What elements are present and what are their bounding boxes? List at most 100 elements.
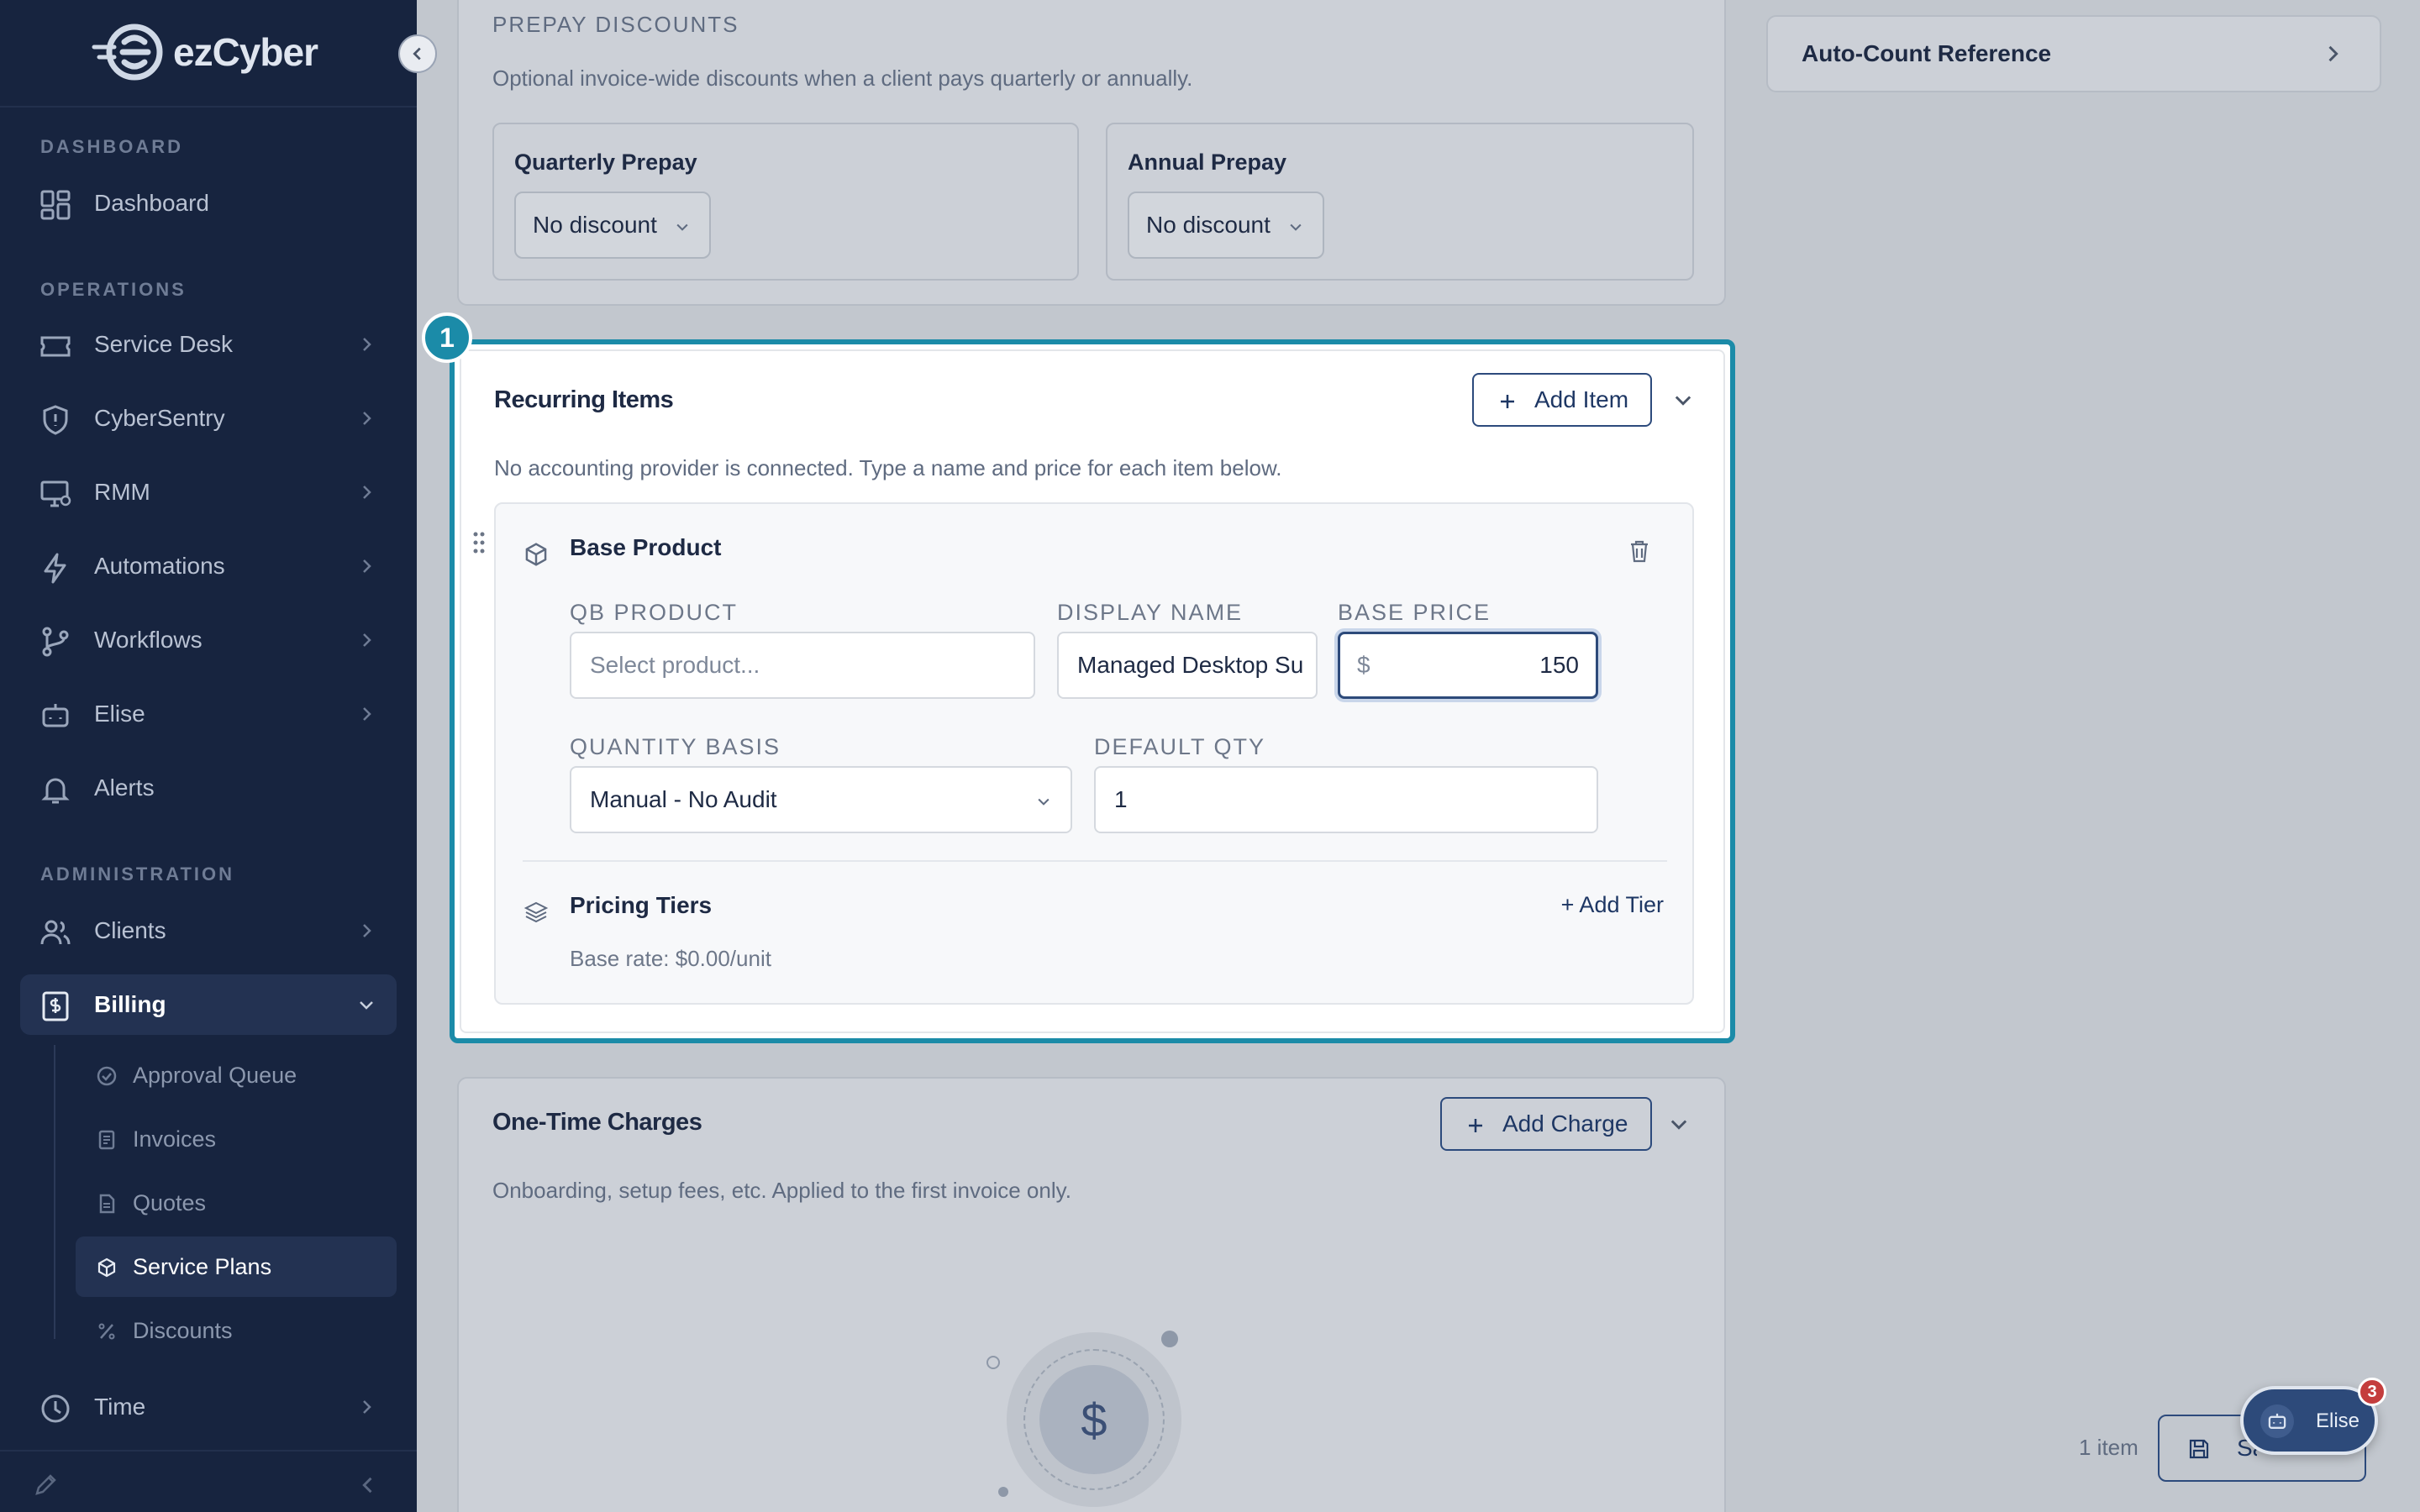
chevron-left-icon xyxy=(413,47,421,60)
nav-label: Clients xyxy=(94,917,166,943)
bell-icon xyxy=(41,778,70,804)
nav-label: Approval Queue xyxy=(133,1062,297,1088)
collapse-chevron-icon[interactable] xyxy=(1671,388,1695,412)
prepay-description: Optional invoice-wide discounts when a c… xyxy=(492,66,1193,91)
nav-label: Elise xyxy=(94,701,145,727)
nav-approval-queue[interactable]: Approval Queue xyxy=(76,1045,397,1105)
nav-label: Dashboard xyxy=(94,190,209,216)
chevron-right-icon xyxy=(363,707,371,721)
chat-label: Elise xyxy=(2316,1410,2360,1432)
add-item-button[interactable]: Add Item xyxy=(1472,373,1652,427)
ezcyber-logo-icon xyxy=(92,24,163,81)
nav-elise[interactable]: Elise xyxy=(20,684,397,744)
edit-icon[interactable] xyxy=(32,1472,59,1499)
chevron-left-icon[interactable] xyxy=(356,1473,380,1497)
ticket-icon xyxy=(40,336,71,357)
collapse-chevron-icon[interactable] xyxy=(1667,1112,1691,1136)
one-time-charges-description: Onboarding, setup fees, etc. Applied to … xyxy=(492,1178,1071,1203)
nav-invoices[interactable]: Invoices xyxy=(76,1109,397,1169)
nav-label: Workflows xyxy=(94,627,203,653)
nav-rmm[interactable]: RMM xyxy=(20,462,397,522)
add-charge-button[interactable]: Add Charge xyxy=(1440,1097,1652,1151)
nav-label: RMM xyxy=(94,479,150,505)
trash-icon[interactable] xyxy=(1627,538,1652,564)
drag-handle-icon[interactable] xyxy=(469,529,489,556)
nav-cybersentry[interactable]: CyberSentry xyxy=(20,388,397,449)
robot-icon xyxy=(2260,1404,2294,1438)
elise-chat-button[interactable]: Elise 3 xyxy=(2240,1378,2386,1455)
prepay-discounts-card: PREPAY DISCOUNTS Optional invoice-wide d… xyxy=(457,0,1726,306)
submenu-line xyxy=(54,1045,55,1339)
clock-icon xyxy=(41,1394,70,1423)
section-label-dashboard: DASHBOARD xyxy=(40,136,183,157)
nav-discounts[interactable]: Discounts xyxy=(76,1300,397,1361)
recurring-items-card: Recurring Items Add Item No accounting p… xyxy=(450,339,1735,1043)
recurring-items-title: Recurring Items xyxy=(494,386,674,413)
nav-quotes[interactable]: Quotes xyxy=(76,1173,397,1233)
quantity-basis-value: Manual - No Audit xyxy=(590,786,777,812)
git-branch-icon xyxy=(42,627,69,657)
base-price-input[interactable]: $ 150 xyxy=(1338,632,1598,699)
nav-label: Alerts xyxy=(94,774,155,801)
chevron-down-icon xyxy=(676,223,688,231)
nav-clients[interactable]: Clients xyxy=(20,900,397,961)
base-price-label: BASE PRICE xyxy=(1338,600,1491,625)
section-label-administration: ADMINISTRATION xyxy=(40,864,235,885)
nav-label: Discounts xyxy=(133,1317,233,1343)
display-name-label: DISPLAY NAME xyxy=(1057,600,1244,625)
package-icon xyxy=(97,1257,116,1278)
add-item-label: Add Item xyxy=(1534,386,1629,412)
sidebar: ezCyber DASHBOARD Dashboard OPERATIONS S… xyxy=(0,0,417,1512)
auto-count-reference-panel[interactable]: Auto-Count Reference xyxy=(1766,15,2381,92)
annual-prepay-box: Annual Prepay No discount xyxy=(1106,123,1694,281)
quarterly-prepay-box: Quarterly Prepay No discount xyxy=(492,123,1079,281)
display-name-input[interactable]: Managed Desktop Su xyxy=(1057,632,1318,699)
pricing-tiers-title: Pricing Tiers xyxy=(570,892,713,918)
add-tier-button[interactable]: + Add Tier xyxy=(1561,892,1664,918)
quarterly-prepay-select[interactable]: No discount xyxy=(514,192,711,259)
base-rate-text: Base rate: $0.00/unit xyxy=(570,946,771,971)
divider xyxy=(523,860,1667,862)
grid-icon xyxy=(40,190,71,220)
chevron-down-icon xyxy=(1038,798,1050,806)
qb-product-label: QB PRODUCT xyxy=(570,600,739,625)
nav-billing[interactable]: Billing xyxy=(20,974,397,1035)
currency-symbol: $ xyxy=(1357,652,1370,678)
quantity-basis-select[interactable]: Manual - No Audit xyxy=(570,766,1072,833)
nav-alerts[interactable]: Alerts xyxy=(20,758,397,818)
dollar-icon: $ xyxy=(1039,1365,1149,1474)
logo-row: ezCyber xyxy=(0,0,417,108)
check-circle-icon xyxy=(97,1066,117,1086)
annual-prepay-label: Annual Prepay xyxy=(1128,150,1287,175)
brand-name: ezCyber xyxy=(173,30,318,74)
brand-logo[interactable]: ezCyber xyxy=(91,22,318,82)
nav-dashboard[interactable]: Dashboard xyxy=(20,173,397,234)
nav-label: Service Desk xyxy=(94,331,233,357)
percent-icon xyxy=(98,1323,115,1340)
sidebar-footer xyxy=(0,1450,417,1512)
plus-icon xyxy=(1469,1119,1482,1132)
add-charge-label: Add Charge xyxy=(1502,1110,1628,1137)
item-count: 1 item xyxy=(2079,1435,2139,1460)
annual-prepay-select[interactable]: No discount xyxy=(1128,192,1324,259)
nav-time[interactable]: Time xyxy=(20,1377,397,1437)
monitor-icon xyxy=(40,480,71,507)
prepay-title: PREPAY DISCOUNTS xyxy=(492,12,739,37)
one-time-charges-title: One-Time Charges xyxy=(492,1109,702,1136)
default-qty-value: 1 xyxy=(1114,786,1128,812)
notification-badge: 3 xyxy=(2358,1378,2386,1406)
nav-workflows[interactable]: Workflows xyxy=(20,610,397,670)
nav-automations[interactable]: Automations xyxy=(20,536,397,596)
quantity-basis-label: QUANTITY BASIS xyxy=(570,734,781,759)
chevron-right-icon xyxy=(363,1400,371,1414)
display-name-value: Managed Desktop Su xyxy=(1077,652,1304,678)
nav-service-desk[interactable]: Service Desk xyxy=(20,314,397,375)
select-value: No discount xyxy=(1146,212,1270,238)
chevron-right-icon xyxy=(363,633,371,647)
nav-service-plans[interactable]: Service Plans xyxy=(76,1236,397,1297)
users-icon xyxy=(40,920,71,945)
qb-product-select[interactable]: Select product... xyxy=(570,632,1035,699)
sidebar-collapse-button[interactable] xyxy=(398,34,437,73)
default-qty-input[interactable]: 1 xyxy=(1094,766,1598,833)
invoice-icon xyxy=(98,1130,115,1150)
